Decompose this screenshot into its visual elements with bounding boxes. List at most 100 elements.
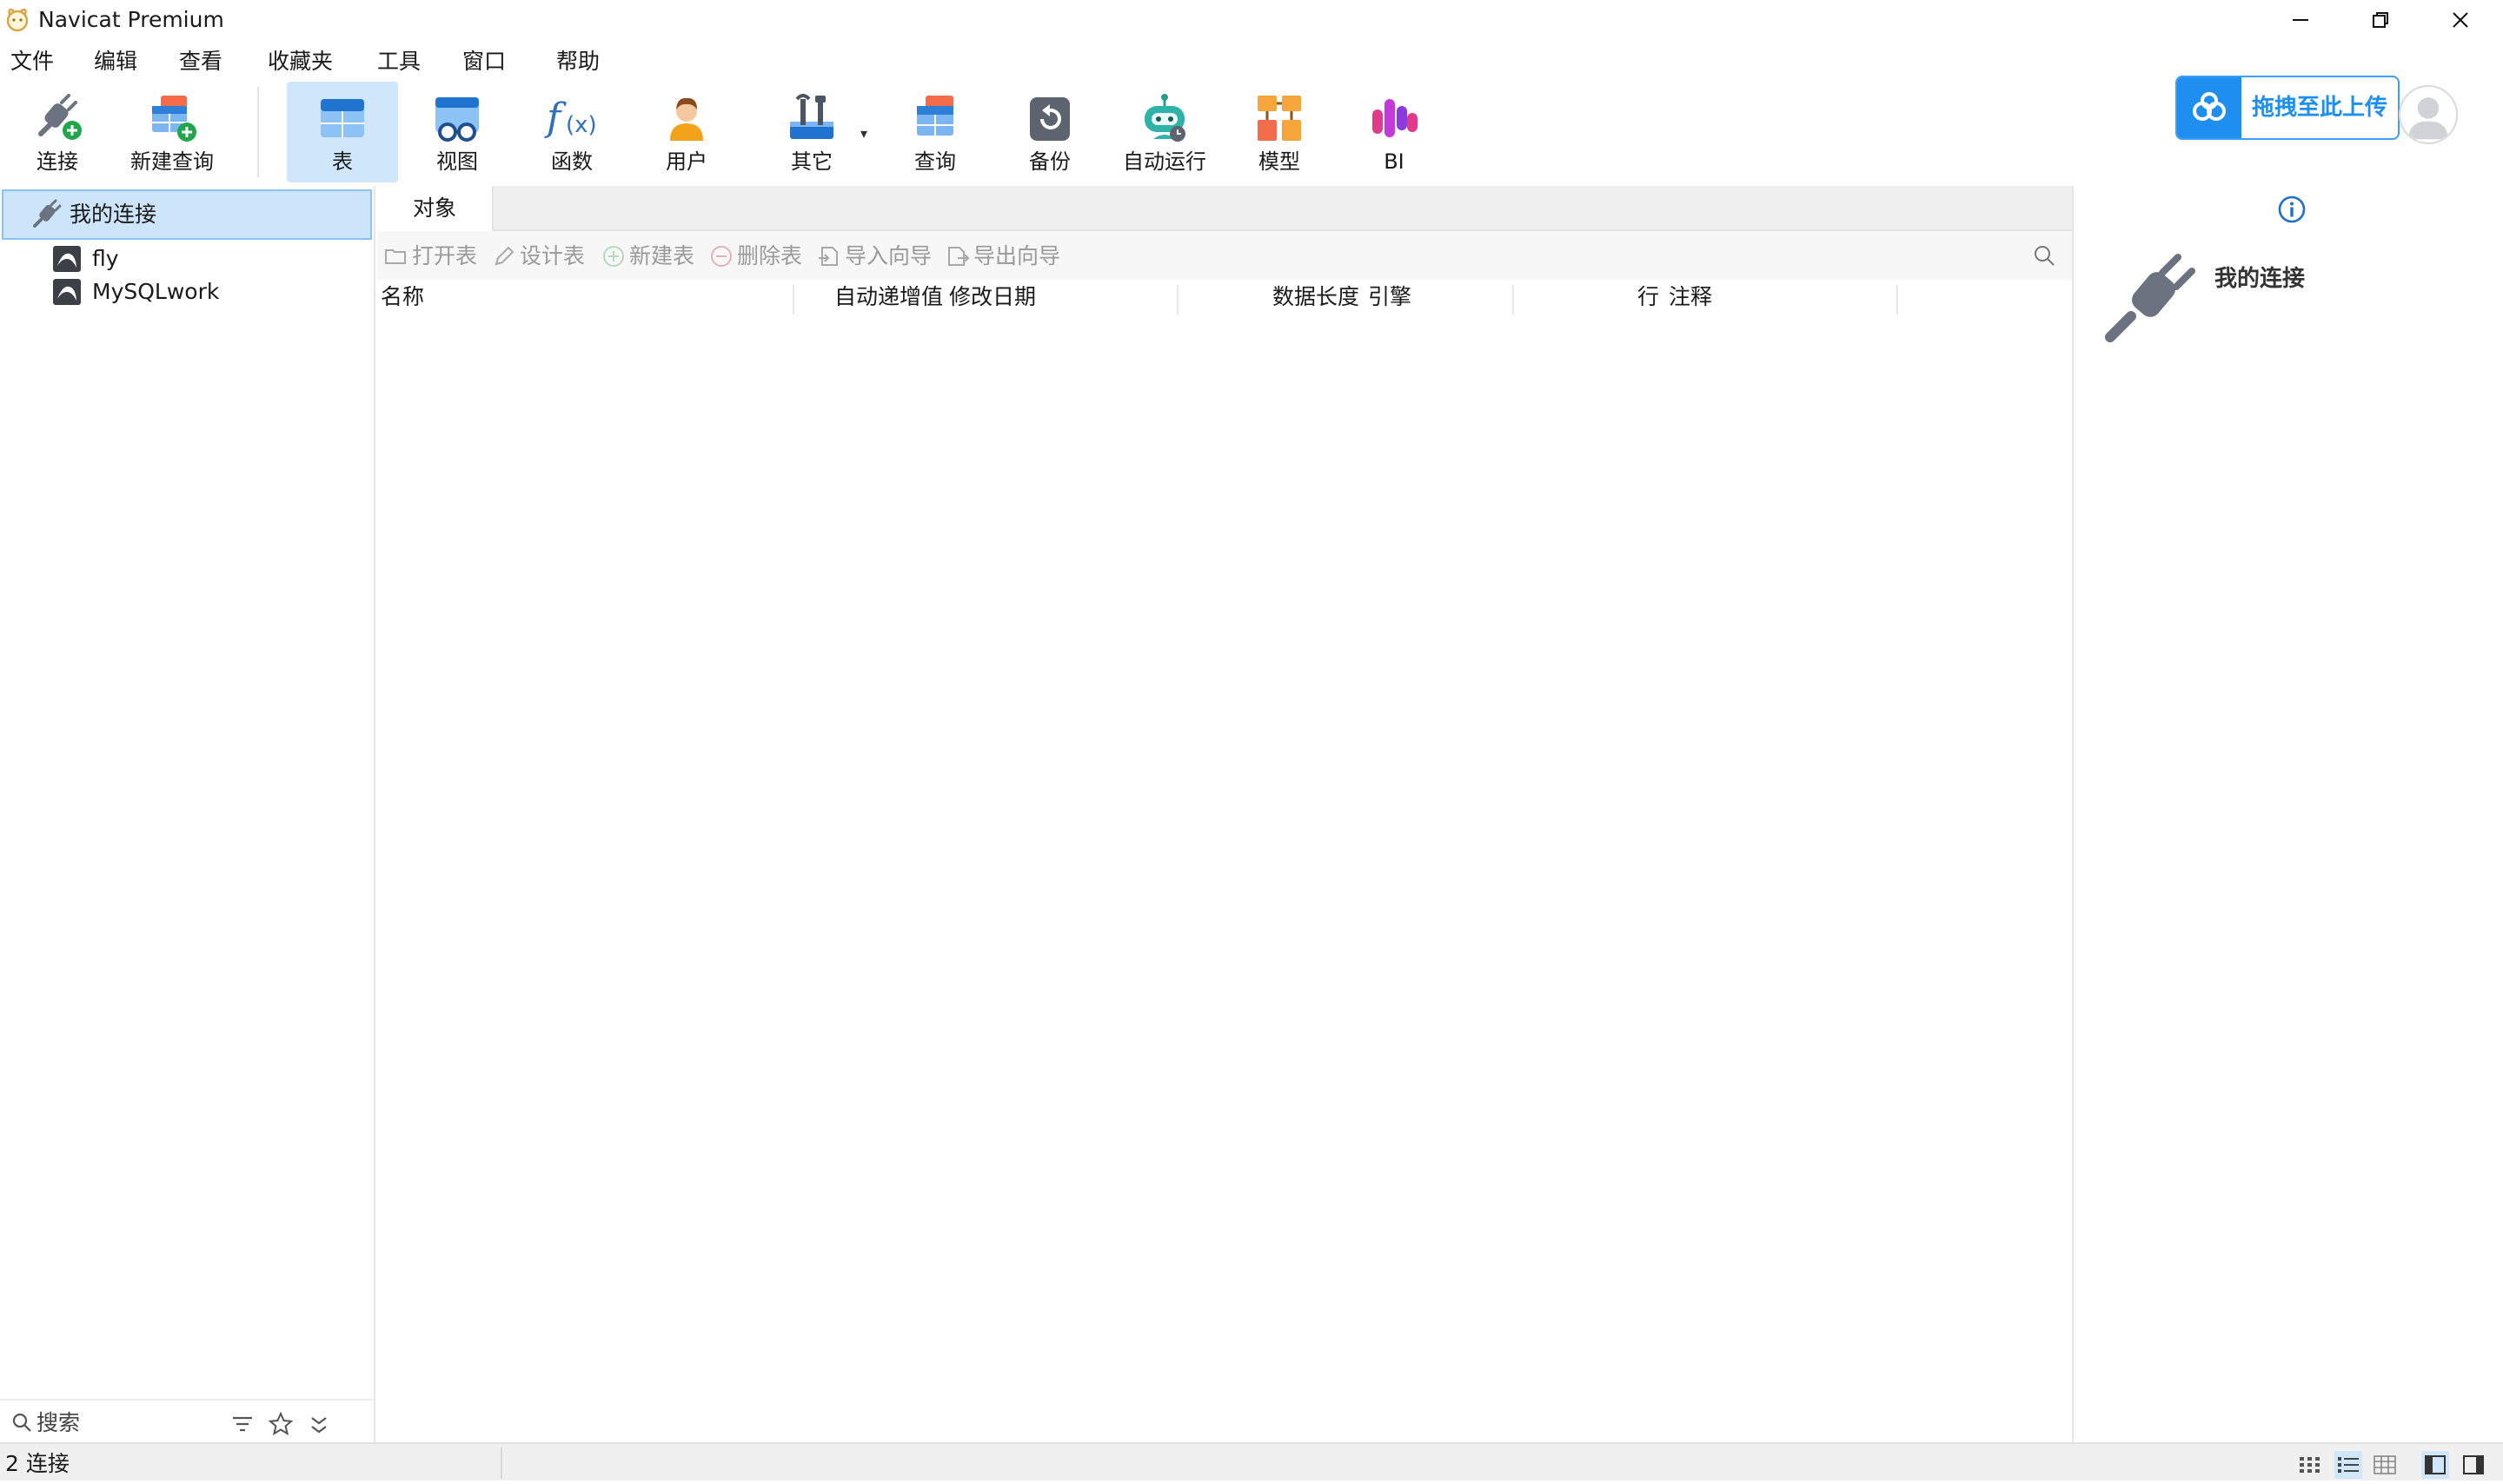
function-fx-icon: f (x) bbox=[544, 96, 597, 140]
list-view-icon[interactable] bbox=[2334, 1451, 2362, 1479]
column-divider[interactable] bbox=[1896, 285, 1898, 315]
column-divider[interactable] bbox=[793, 285, 794, 315]
query-icon bbox=[917, 96, 953, 136]
status-divider bbox=[501, 1448, 502, 1479]
robot-icon bbox=[1145, 94, 1185, 142]
view-button[interactable]: 视图 bbox=[402, 82, 513, 182]
svg-text:f: f bbox=[544, 96, 567, 140]
search-icon bbox=[12, 1413, 31, 1432]
new-query-icon bbox=[152, 96, 196, 142]
user-avatar-icon[interactable] bbox=[2399, 85, 2458, 144]
mysql-connection-icon bbox=[53, 246, 81, 272]
object-action-bar: 打开表 设计表 新建表 删除表 导入向导 导出向导 bbox=[377, 231, 2072, 280]
menu-help[interactable]: 帮助 bbox=[554, 42, 601, 82]
connect-button[interactable]: 连接 bbox=[2, 82, 113, 182]
bi-button[interactable]: BI bbox=[1338, 82, 1450, 182]
title-bar: Navicat Premium bbox=[0, 0, 2503, 42]
grid-view-icon[interactable] bbox=[2296, 1451, 2324, 1479]
tools-icon bbox=[790, 94, 833, 139]
menu-bar: 文件 编辑 查看 收藏夹 工具 窗口 帮助 bbox=[0, 42, 2503, 82]
plug-icon bbox=[2105, 254, 2195, 342]
drag-upload-label: 拖拽至此上传 bbox=[2252, 95, 2388, 121]
object-list-header: 名称 自动递增值 修改日期 数据长度 引擎 行 注释 bbox=[377, 280, 2072, 316]
star-icon[interactable] bbox=[268, 1411, 294, 1437]
function-label: 函数 bbox=[551, 149, 593, 174]
menu-window[interactable]: 窗口 bbox=[461, 42, 508, 82]
info-panel-title: 我的连接 bbox=[2214, 266, 2306, 292]
column-modified-date[interactable]: 修改日期 bbox=[949, 280, 1036, 316]
drag-upload-button[interactable]: 拖拽至此上传 bbox=[2175, 76, 2400, 140]
new-query-button[interactable]: 新建查询 bbox=[116, 82, 228, 182]
other-button[interactable]: 其它 bbox=[756, 82, 867, 182]
automation-button[interactable]: 自动运行 bbox=[1109, 82, 1220, 182]
menu-view[interactable]: 查看 bbox=[177, 42, 224, 82]
connection-search-input[interactable] bbox=[35, 1406, 209, 1439]
tab-strip: 对象 bbox=[377, 186, 2072, 233]
column-divider[interactable] bbox=[1177, 285, 1178, 315]
main-toolbar: 连接 新建查询 表 视图 f (x) 函数 用户 其它 ▾ 查询 备份 自动运行… bbox=[0, 82, 2503, 186]
connection-search-bar bbox=[0, 1399, 374, 1442]
detail-view-icon[interactable] bbox=[2371, 1451, 2399, 1479]
model-icon bbox=[1258, 96, 1301, 141]
query-button[interactable]: 查询 bbox=[880, 82, 991, 182]
collapse-icon[interactable] bbox=[306, 1411, 332, 1437]
minimize-icon bbox=[2293, 19, 2308, 21]
object-panel: 对象 打开表 设计表 新建表 删除表 导入向导 导出向导 名称 自动递增值 修改… bbox=[377, 186, 2072, 1442]
other-label: 其它 bbox=[791, 149, 833, 174]
object-search-icon[interactable] bbox=[2032, 243, 2056, 268]
plug-add-icon bbox=[38, 94, 82, 140]
menu-favorites[interactable]: 收藏夹 bbox=[266, 42, 335, 82]
backup-button[interactable]: 备份 bbox=[994, 82, 1105, 182]
other-dropdown-arrow[interactable]: ▾ bbox=[860, 125, 867, 142]
menu-file[interactable]: 文件 bbox=[9, 42, 56, 82]
model-button[interactable]: 模型 bbox=[1224, 82, 1335, 182]
column-divider[interactable] bbox=[1512, 285, 1514, 315]
close-icon bbox=[2453, 12, 2468, 28]
tab-objects[interactable]: 对象 bbox=[377, 186, 494, 233]
plug-icon bbox=[33, 199, 62, 228]
folder-open-icon bbox=[385, 249, 406, 264]
new-query-label: 新建查询 bbox=[130, 149, 214, 174]
table-icon bbox=[321, 99, 364, 137]
column-data-length[interactable]: 数据长度 bbox=[1272, 280, 1359, 316]
tree-item-label: fly bbox=[92, 246, 119, 271]
menu-edit[interactable]: 编辑 bbox=[92, 42, 139, 82]
query-label: 查询 bbox=[914, 149, 956, 174]
cloud-upload-icon bbox=[2177, 77, 2241, 138]
info-icon[interactable] bbox=[2277, 195, 2307, 224]
pencil-icon bbox=[495, 246, 515, 266]
user-icon bbox=[670, 97, 703, 141]
import-icon bbox=[819, 247, 838, 266]
table-button[interactable]: 表 bbox=[287, 82, 398, 182]
export-icon bbox=[948, 247, 970, 266]
toggle-right-pane-icon[interactable] bbox=[2460, 1451, 2487, 1479]
function-button[interactable]: f (x) 函数 bbox=[516, 82, 627, 182]
tree-item-label: MySQLwork bbox=[92, 279, 220, 304]
tree-root-my-connections[interactable]: 我的连接 bbox=[2, 189, 372, 240]
column-name[interactable]: 名称 bbox=[381, 280, 424, 316]
menu-tools[interactable]: 工具 bbox=[375, 42, 422, 82]
column-rows[interactable]: 行 bbox=[1637, 280, 1659, 316]
column-engine[interactable]: 引擎 bbox=[1368, 280, 1411, 316]
window-title: Navicat Premium bbox=[38, 7, 224, 32]
filter-icon[interactable] bbox=[229, 1411, 256, 1437]
connect-label: 连接 bbox=[37, 149, 78, 174]
minimize-button[interactable] bbox=[2260, 0, 2341, 40]
toggle-left-pane-icon[interactable] bbox=[2421, 1451, 2449, 1479]
table-label: 表 bbox=[332, 149, 353, 174]
info-panel: 我的连接 bbox=[2072, 186, 2503, 1442]
view-glasses-icon bbox=[435, 97, 479, 142]
remove-circle-icon bbox=[711, 246, 732, 267]
bi-label: BI bbox=[1384, 149, 1404, 174]
svg-text:(x): (x) bbox=[566, 112, 597, 138]
restore-button[interactable] bbox=[2340, 0, 2421, 40]
bi-chart-icon bbox=[1372, 99, 1417, 137]
tree-root-label: 我的连接 bbox=[70, 202, 157, 227]
column-auto-increment[interactable]: 自动递增值 bbox=[834, 280, 943, 316]
user-button[interactable]: 用户 bbox=[631, 82, 742, 182]
close-button[interactable] bbox=[2420, 0, 2501, 40]
column-comment[interactable]: 注释 bbox=[1669, 280, 1712, 316]
status-bar: 2 连接 bbox=[0, 1442, 2503, 1481]
backup-label: 备份 bbox=[1029, 149, 1071, 174]
mysql-connection-icon bbox=[53, 279, 81, 305]
